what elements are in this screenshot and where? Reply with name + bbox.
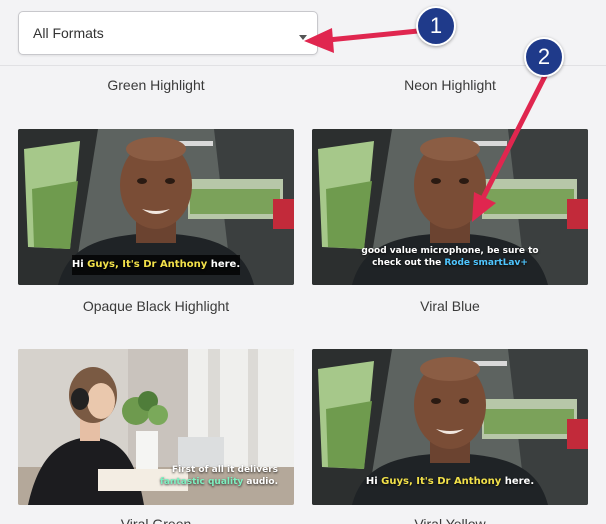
filter-bar: All Formats	[0, 0, 606, 66]
card-label-viral-yellow: Viral Yellow	[414, 516, 486, 524]
card-label-neon-highlight: Neon Highlight	[404, 77, 496, 93]
caption-opaque-black: Hi Guys, It's Dr Anthony here.	[71, 259, 241, 270]
format-select[interactable]: All Formats	[18, 11, 318, 55]
format-select-value: All Formats	[33, 25, 104, 41]
card-label-opaque-black-highlight: Opaque Black Highlight	[82, 298, 230, 314]
caption-viral-green: First of all it delivers fantastic quali…	[160, 465, 278, 487]
step-badge-2: 2	[524, 37, 564, 77]
card-label-viral-green: Viral Green	[120, 516, 192, 524]
caption-viral-yellow: Hi Guys, It's Dr Anthony here.	[365, 476, 535, 487]
caption-viral-blue: good value microphone, be sure to check …	[361, 246, 539, 268]
card-label-green-highlight: Green Highlight	[107, 77, 205, 93]
caret-down-icon[interactable]	[299, 35, 307, 40]
step-badge-1: 1	[416, 6, 456, 46]
preview-viral-green[interactable]: First of all it delivers fantastic quali…	[18, 349, 294, 505]
preview-viral-yellow[interactable]: Hi Guys, It's Dr Anthony here.	[312, 349, 588, 505]
card-label-viral-blue: Viral Blue	[420, 298, 480, 314]
preview-opaque-black-highlight[interactable]: Hi Guys, It's Dr Anthony here.	[18, 129, 294, 285]
preview-viral-blue[interactable]: good value microphone, be sure to check …	[312, 129, 588, 285]
